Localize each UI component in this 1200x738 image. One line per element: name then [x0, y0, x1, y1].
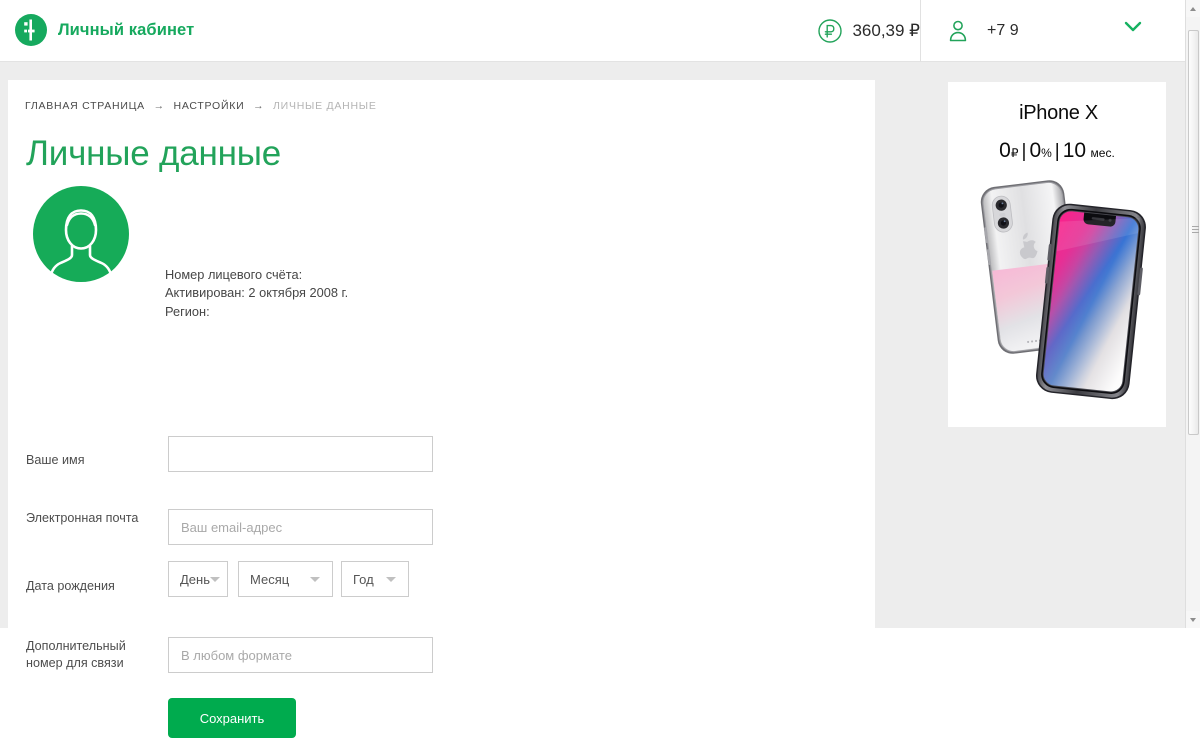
account-region-label: Регион: [165, 303, 210, 319]
account-activated-label: Активирован: 2 октября 2008 г. [165, 285, 349, 301]
brand-name: Личный кабинет [58, 20, 195, 39]
balance-amount: 360,39 ₽ [852, 21, 920, 40]
chevron-down-icon[interactable] [1124, 21, 1142, 32]
breadcrumb-home[interactable]: ГЛАВНАЯ СТРАНИЦА [25, 100, 145, 112]
breadcrumb: ГЛАВНАЯ СТРАНИЦА → НАСТРОЙКИ → ЛИЧНЫЕ ДА… [25, 100, 377, 112]
person-icon [949, 20, 967, 42]
breadcrumb-separator: → [253, 100, 265, 112]
iphone-x-devices-image [980, 180, 1146, 400]
breadcrumb-separator: → [153, 100, 165, 112]
banner-title: iPhone X [948, 102, 1166, 125]
scrollbar-grip-icon [1192, 226, 1199, 234]
extra-phone-label: Дополнительный номер для связи [26, 639, 126, 670]
scroll-up-arrow-icon[interactable] [1186, 0, 1200, 17]
birthdate-year-select[interactable]: Год [341, 561, 409, 597]
email-input[interactable] [168, 509, 433, 545]
extra-phone-input[interactable] [168, 637, 433, 673]
birthdate-year-value: Год [353, 571, 374, 587]
balance-widget[interactable]: 360,39 ₽ [817, 0, 920, 62]
ruble-circle-icon [818, 19, 843, 43]
birthdate-day-value: День [180, 571, 210, 587]
chevron-down-icon [210, 577, 220, 582]
megafon-logo-icon [15, 14, 47, 46]
main-content-panel: ГЛАВНАЯ СТРАНИЦА → НАСТРОЙКИ → ЛИЧНЫЕ ДА… [8, 80, 875, 738]
breadcrumb-settings[interactable]: НАСТРОЙКИ [174, 100, 245, 112]
user-phone-number: +7 9 [987, 22, 1019, 39]
user-account-menu[interactable]: +7 9 [920, 0, 1170, 62]
banner-divider: | [1021, 141, 1027, 162]
banner-price-currency: ₽ [1010, 146, 1019, 160]
banner-price-amount: 0 [999, 139, 1011, 162]
banner-rate-amount: 0 [1029, 139, 1042, 162]
birthdate-select-group: День Месяц Год [168, 561, 409, 597]
account-number-label: Номер лицевого счёта: [165, 267, 303, 282]
breadcrumb-current: ЛИЧНЫЕ ДАННЫЕ [273, 100, 377, 112]
promo-banner[interactable]: iPhone X 0₽ | 0% | 10 мес. [948, 82, 1166, 427]
user-avatar-icon[interactable] [33, 186, 129, 282]
page-scrollbar[interactable] [1185, 0, 1200, 628]
app-header: Личный кабинет 360,39 ₽ +7 9 [0, 0, 1185, 62]
name-label: Ваше имя [26, 453, 85, 467]
email-label: Электронная почта [26, 511, 139, 525]
brand-logo-link[interactable]: Личный кабинет [14, 13, 194, 47]
banner-term-unit: мес. [1090, 146, 1115, 160]
birthdate-day-select[interactable]: День [168, 561, 228, 597]
banner-term-amount: 10 [1062, 139, 1087, 162]
save-button[interactable]: Сохранить [168, 698, 296, 738]
scrollbar-thumb[interactable] [1188, 30, 1199, 435]
page-title: Личные данные [26, 134, 281, 173]
banner-product-name: iPhone X [1019, 102, 1098, 124]
chevron-down-icon [310, 577, 320, 582]
banner-divider: | [1054, 141, 1060, 162]
birthdate-month-select[interactable]: Месяц [238, 561, 333, 597]
name-input[interactable] [168, 436, 433, 472]
account-info: Номер лицевого счёта: Активирован: 2 окт… [165, 266, 348, 321]
birthdate-label: Дата рождения [26, 579, 115, 593]
birthdate-month-value: Месяц [250, 571, 290, 587]
scroll-down-arrow-icon[interactable] [1186, 611, 1200, 628]
banner-rate-unit: % [1041, 146, 1052, 160]
chevron-down-icon [386, 577, 396, 582]
banner-price-line: 0₽ | 0% | 10 мес. [948, 139, 1166, 163]
